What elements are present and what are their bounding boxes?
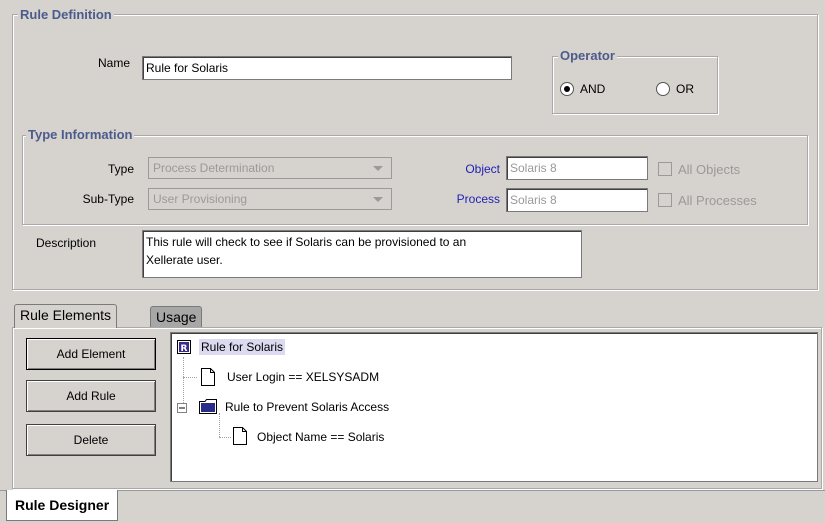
add-element-label: Add Element [56,347,126,361]
all-objects-checkbox[interactable] [658,162,672,176]
process-field[interactable]: Solaris 8 [506,188,648,212]
process-label: Process [456,192,500,206]
type-select[interactable]: Process Determination [148,157,392,179]
chevron-down-icon [373,197,383,202]
add-rule-button[interactable]: Add Rule [26,380,156,412]
operator-or-radio[interactable] [656,82,670,96]
tree-node-user-login[interactable]: User Login == XELSYSADM [227,369,379,385]
subtype-select[interactable]: User Provisioning [148,188,392,210]
description-field[interactable]: This rule will check to see if Solaris c… [142,230,582,278]
all-processes-checkbox[interactable] [658,193,672,207]
chevron-down-icon [373,166,383,171]
tree-node-object-name[interactable]: Object Name == Solaris [257,429,384,445]
description-label: Description [36,236,97,250]
document-icon [201,368,215,386]
rule-definition-legend: Rule Definition [18,7,114,22]
operator-legend: Operator [558,48,617,63]
all-objects-label: All Objects [678,162,741,177]
operator-and-radio[interactable] [560,82,574,96]
all-processes-label: All Processes [678,193,757,208]
tree-connector [219,437,231,438]
tab-rule-elements[interactable]: Rule Elements [14,304,118,328]
folder-icon [199,399,217,414]
tab-rule-designer[interactable]: Rule Designer [6,490,119,521]
tab-usage[interactable]: Usage [150,306,203,328]
document-icon [233,427,247,445]
description-line-2: Xellerate user. [146,253,223,267]
type-information-group [22,135,808,225]
tree-connector [183,377,197,378]
tree-connector [219,413,220,437]
minus-expander-icon[interactable] [177,402,187,413]
add-rule-label: Add Rule [66,389,116,403]
type-label: Type [107,162,134,176]
subtype-select-value: User Provisioning [153,192,248,206]
description-line-1: This rule will check to see if Solaris c… [146,235,467,249]
tree-node-prevent-access[interactable]: Rule to Prevent Solaris Access [225,399,389,415]
name-label: Name [97,56,130,70]
type-information-legend: Type Information [26,127,135,142]
delete-button[interactable]: Delete [26,424,156,456]
object-label: Object [465,162,500,176]
type-select-value: Process Determination [153,161,275,175]
svg-text:R: R [181,344,188,354]
operator-and-label: AND [580,82,606,96]
rule-tree[interactable]: R Rule for Solaris User Login == XELSYSA… [170,332,818,482]
bottom-tab-line [0,490,825,491]
subtype-label: Sub-Type [82,192,134,206]
tree-root-label[interactable]: Rule for Solaris [199,339,286,355]
operator-or-label: OR [676,82,694,96]
rule-designer-label: Rule Designer [15,497,110,513]
rule-icon: R [177,340,191,354]
object-field[interactable]: Solaris 8 [506,156,648,180]
name-field[interactable]: Rule for Solaris [142,56,512,80]
add-element-button[interactable]: Add Element [26,338,156,370]
delete-label: Delete [73,433,109,447]
